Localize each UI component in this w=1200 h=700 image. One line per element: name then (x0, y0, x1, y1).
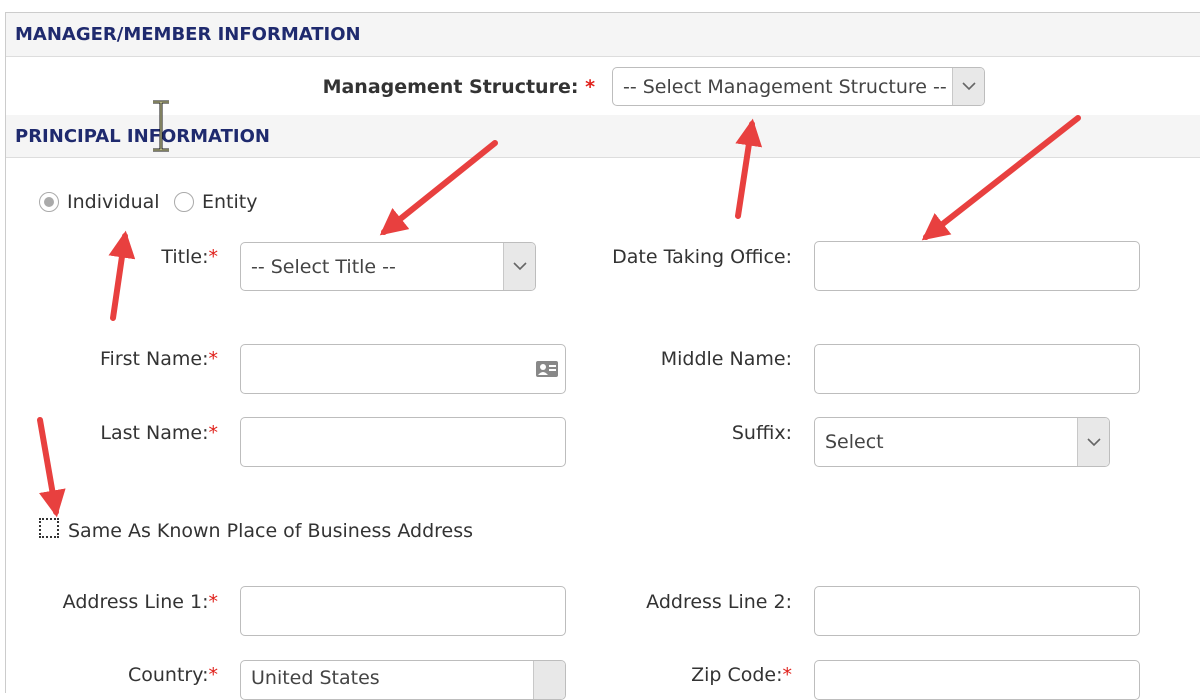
first-name-input[interactable] (240, 344, 566, 394)
radio-entity-circle[interactable] (174, 192, 194, 212)
radio-entity[interactable]: Entity (174, 191, 257, 213)
address-line-1-input[interactable] (240, 586, 566, 636)
text-cursor-icon (153, 100, 169, 152)
radio-individual-circle[interactable] (39, 192, 59, 212)
middle-name-label: Middle Name: (660, 348, 792, 370)
section-title-principal: PRINCIPAL INFORMATION (15, 126, 270, 147)
management-structure-label: Management Structure: * (322, 76, 595, 98)
same-as-address-checkbox[interactable] (39, 518, 59, 538)
suffix-select[interactable]: Select (814, 417, 1110, 467)
zip-code-input[interactable] (814, 660, 1140, 700)
chevron-down-icon (1077, 418, 1109, 466)
date-taking-office-label: Date Taking Office: (612, 246, 792, 268)
address-line-1-label: Address Line 1:* (62, 591, 218, 613)
same-as-address-label[interactable]: Same As Known Place of Business Address (68, 520, 473, 542)
chevron-down-icon (533, 661, 565, 699)
address-line-2-input[interactable] (814, 586, 1140, 636)
section-header-principal: PRINCIPAL INFORMATION (6, 115, 1200, 158)
radio-entity-label: Entity (202, 191, 258, 213)
middle-name-input[interactable] (814, 344, 1140, 394)
title-label: Title:* (161, 246, 218, 268)
radio-individual[interactable]: Individual (39, 191, 160, 213)
title-select[interactable]: -- Select Title -- (240, 242, 536, 291)
first-name-label: First Name:* (100, 348, 218, 370)
country-label: Country:* (128, 664, 218, 686)
section-title-manager-member: MANAGER/MEMBER INFORMATION (15, 24, 361, 45)
country-select[interactable]: United States (240, 660, 566, 700)
zip-code-label: Zip Code:* (691, 664, 792, 686)
suffix-label: Suffix: (731, 422, 792, 444)
date-taking-office-input[interactable] (814, 241, 1140, 291)
section-header-manager-member: MANAGER/MEMBER INFORMATION (6, 13, 1200, 57)
radio-individual-label: Individual (67, 191, 160, 213)
chevron-down-icon (503, 243, 535, 290)
contact-card-icon[interactable] (535, 360, 559, 378)
address-line-2-label: Address Line 2: (646, 591, 792, 613)
last-name-input[interactable] (240, 417, 566, 467)
last-name-label: Last Name:* (100, 422, 218, 444)
chevron-down-icon (952, 68, 984, 105)
management-structure-select[interactable]: -- Select Management Structure -- (612, 67, 985, 106)
